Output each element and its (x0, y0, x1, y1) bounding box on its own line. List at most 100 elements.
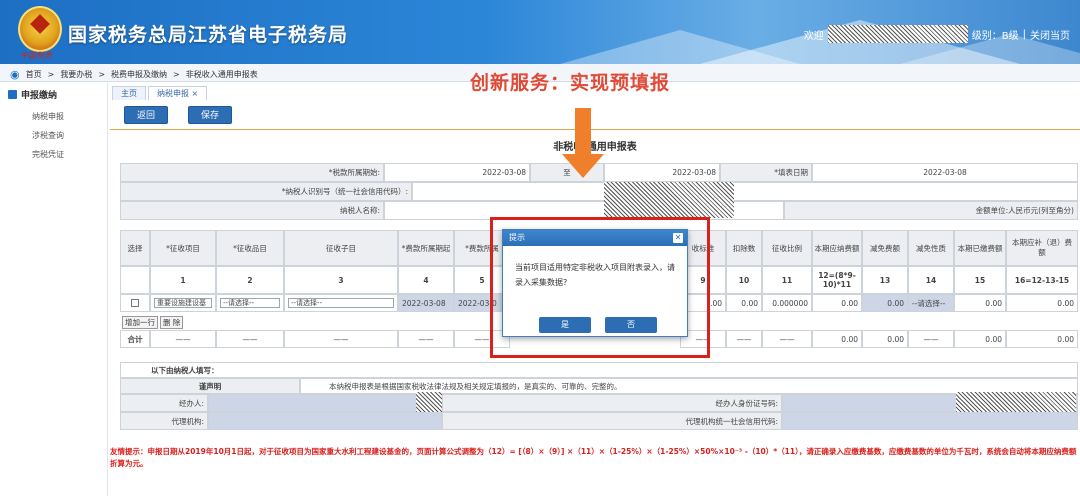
fill-date-label: *填表日期 (720, 163, 812, 182)
subitem-select[interactable]: --请选择-- (220, 298, 280, 308)
agency-input[interactable] (208, 412, 442, 430)
col-period-from: *费款所属期起 (398, 230, 454, 266)
deduction-input[interactable]: 0.00 (726, 294, 762, 312)
col-relief-type: 减免性质 (908, 230, 954, 266)
col-payable: 本期应纳费额 (812, 230, 862, 266)
breadcrumb-home[interactable]: 首页 (26, 69, 42, 80)
friendly-notice: 友情提示：申报日期从2019年10月1日起，对于征收项目为国家重大水利工程建设基… (110, 447, 1077, 468)
num-cell: 4 (398, 266, 454, 294)
user-level: 级别：B级 (971, 30, 1019, 42)
num-cell: 10 (726, 266, 762, 294)
relief-type-select[interactable]: --请选择-- (908, 294, 954, 312)
sub2-cell: --请选择-- (284, 294, 398, 312)
redacted-mosaic (956, 392, 1076, 412)
yes-button[interactable]: 是 (539, 317, 591, 333)
taxpayer-id-value (412, 182, 1078, 201)
breadcrumb: ◉ 首页 > 我要办税 > 税费申报及缴纳 > 非税收入通用申报表 (10, 68, 258, 81)
num-cell: 2 (216, 266, 284, 294)
col-subitem: *征收品目 (216, 230, 284, 266)
delete-row-button[interactable]: 删 除 (160, 316, 184, 329)
num-cell: 13 (862, 266, 908, 294)
period-start-value[interactable]: 2022-03-08 (384, 163, 530, 182)
col-deduction: 扣除数 (726, 230, 762, 266)
paid-value: 0.00 (954, 294, 1006, 312)
dialog-message: 当前项目适用特定非税收入项目附表录入，请录入采集数据? (515, 263, 675, 287)
agent-input[interactable] (208, 394, 442, 412)
tab-tax-filing[interactable]: 纳税申报 × (148, 86, 208, 100)
prompt-dialog: 提示 ✕ 当前项目适用特定非税收入项目附表录入，请录入采集数据? 是 否 (502, 229, 688, 337)
welcome-text: 欢迎 (803, 30, 824, 42)
redacted-mosaic (416, 392, 442, 412)
ratio-value: 0.000000 (762, 294, 812, 312)
total-dash: —— (908, 330, 954, 348)
total-dash: —— (762, 330, 812, 348)
col-sub2: 征收子目 (284, 230, 398, 266)
total-dash: —— (150, 330, 216, 348)
save-button[interactable]: 保存 (188, 106, 233, 124)
col-relief: 减免费额 (862, 230, 908, 266)
breadcrumb-tax-filing[interactable]: 税费申报及缴纳 (111, 69, 167, 80)
site-title: 国家税务总局江苏省电子税务局 (68, 24, 349, 46)
num-cell (120, 266, 150, 294)
num-cell: 15 (954, 266, 1006, 294)
promo-banner-text: 创新服务：实现预填报 (470, 72, 671, 94)
fill-date-value[interactable]: 2022-03-08 (812, 163, 1078, 182)
total-payable: 0.00 (812, 330, 862, 348)
period-start-label: *税款所属期始: (120, 163, 384, 182)
breadcrumb-separator: > (47, 70, 55, 79)
menu-square-icon (8, 90, 17, 99)
col-refund: 本期应补（退）费额 (1006, 230, 1078, 266)
close-page-link[interactable]: 关闭当页 (1030, 27, 1070, 42)
total-refund: 0.00 (1006, 330, 1078, 348)
add-row-button[interactable]: 增加一行 (122, 316, 158, 329)
sidebar-item-tax-certificate[interactable]: 完税凭证 (0, 145, 107, 164)
statement-label: 谨声明 (120, 378, 300, 394)
total-label: 合计 (120, 330, 150, 348)
item-select[interactable]: 重要设施建设基 (154, 298, 212, 308)
col-item: *征收项目 (150, 230, 216, 266)
down-arrow-icon (575, 108, 591, 156)
col-ratio: 征收比例 (762, 230, 812, 266)
row-actions: 增加一行 删 除 (122, 316, 184, 329)
dialog-header: 提示 ✕ (503, 230, 687, 246)
amount-unit-label: 金额单位:人民币元(列至角分) (784, 201, 1078, 220)
sidebar-item-tax-query[interactable]: 涉税查询 (0, 126, 107, 145)
total-paid: 0.00 (954, 330, 1006, 348)
logo-script: 中国税务 (20, 51, 52, 60)
breadcrumb-separator: > (98, 70, 106, 79)
num-cell: 1 (150, 266, 216, 294)
date-from-input[interactable]: 2022-03-08 (398, 294, 454, 312)
row-checkbox[interactable] (131, 299, 139, 307)
sidebar-header[interactable]: 申报缴纳 (0, 82, 107, 107)
agent-id-label: 经办人身份证号码: (442, 394, 782, 412)
user-area: 欢迎 级别：B级 | 关闭当页 (804, 25, 1070, 43)
num-cell: 16=12-13-15 (1006, 266, 1078, 294)
total-relief: 0.00 (862, 330, 908, 348)
toolbar: 返回 保存 (110, 100, 1080, 130)
close-icon[interactable]: ✕ (673, 233, 683, 243)
sidebar: 申报缴纳 纳税申报 涉税查询 完税凭证 (0, 82, 108, 496)
relief-input[interactable]: 0.00 (862, 294, 908, 312)
no-button[interactable]: 否 (605, 317, 657, 333)
num-cell: 3 (284, 266, 398, 294)
total-dash: —— (216, 330, 284, 348)
total-dash: —— (726, 330, 762, 348)
agency-code-input[interactable] (782, 412, 1078, 430)
num-cell: 11 (762, 266, 812, 294)
breadcrumb-current: 非税收入通用申报表 (185, 70, 258, 79)
row-checkbox-cell (120, 294, 150, 312)
back-button[interactable]: 返回 (124, 106, 169, 124)
sidebar-item-tax-filing[interactable]: 纳税申报 (0, 107, 107, 126)
num-cell: 12=(8*9-10)*11 (812, 266, 862, 294)
declaration-title: 以下由纳税人填写： (120, 362, 1078, 378)
tab-home[interactable]: 主页 (112, 86, 146, 100)
period-end-value[interactable]: 2022-03-08 (604, 163, 720, 182)
agency-code-label: 代理机构统一社会信用代码: (442, 412, 782, 430)
arrow-head-icon (562, 154, 604, 178)
breadcrumb-separator: > (173, 70, 180, 79)
total-dash: —— (398, 330, 454, 348)
redacted-mosaic (604, 182, 734, 218)
sub2-select[interactable]: --请选择-- (288, 298, 394, 308)
subitem-cell: --请选择-- (216, 294, 284, 312)
breadcrumb-tax-handling[interactable]: 我要办税 (60, 69, 92, 80)
